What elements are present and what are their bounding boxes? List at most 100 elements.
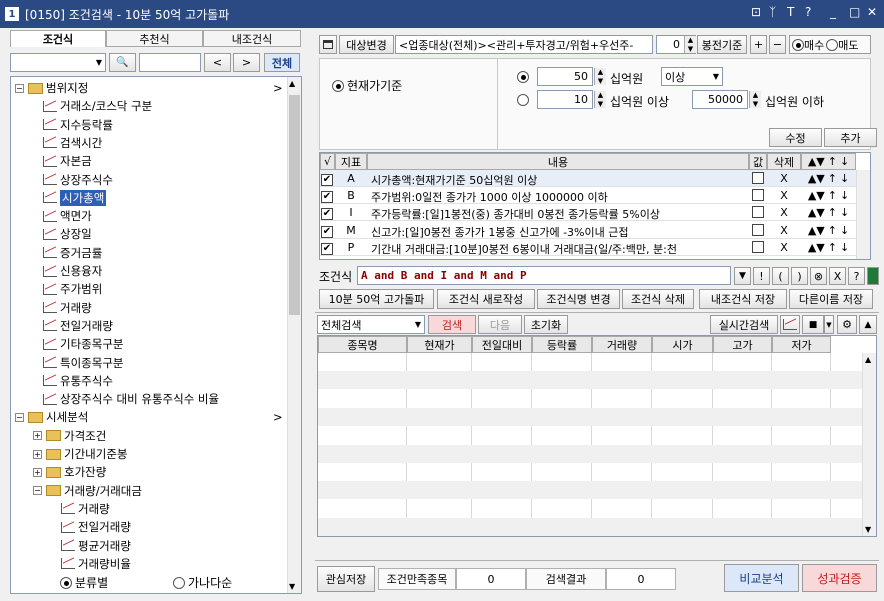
target-icon-button[interactable]	[319, 35, 337, 54]
result-column-header[interactable]: 거래량	[592, 336, 652, 353]
tree-item[interactable]: 유통주식수	[33, 372, 113, 390]
move-up-icon[interactable]: ▲	[808, 224, 816, 237]
result-row[interactable]	[318, 390, 862, 408]
move-top-icon[interactable]: ↑	[828, 241, 837, 254]
tree-item[interactable]: 상장일	[33, 225, 92, 243]
delete-condition-button[interactable]: 조건식 삭제	[622, 289, 694, 309]
tree-item[interactable]: 자본금	[33, 152, 92, 170]
move-down-icon[interactable]: ▼	[816, 241, 824, 254]
formula-field[interactable]: A and B and I and M and P	[357, 266, 731, 285]
expand-arrow-icon[interactable]: >	[273, 79, 283, 97]
tree-item[interactable]: 액면가	[33, 207, 92, 225]
bong-spinner[interactable]: ▲ ▼	[684, 36, 696, 53]
tree-item[interactable]: − 거래량/거래대금	[33, 482, 142, 500]
clear-button[interactable]: X	[829, 267, 846, 285]
tab-my-conditions[interactable]: 내조건식	[203, 30, 301, 47]
rename-condition-button[interactable]: 조건식명 변경	[537, 289, 620, 309]
paren-close-button[interactable]: )	[791, 267, 808, 285]
condition-row[interactable]: ✔ B 주가범위:0일전 종가가 1000 이상 1000000 이하 X ▲▼ ↑ ↓	[320, 187, 856, 205]
tree-item[interactable]: 지수등락률	[33, 116, 113, 134]
sell-radio[interactable]	[826, 38, 839, 51]
result-row[interactable]	[318, 481, 862, 500]
xor-button[interactable]: ⊗	[810, 267, 827, 285]
result-row[interactable]	[318, 463, 862, 481]
font-icon[interactable]: T	[787, 5, 794, 19]
radio-category[interactable]: 분류별	[60, 574, 108, 591]
minus-button[interactable]: −	[769, 35, 786, 54]
not-button[interactable]: !	[753, 267, 770, 285]
result-column-header[interactable]: 등락률	[532, 336, 592, 353]
tree-scrollbar[interactable]: ▲ ▼	[287, 77, 301, 593]
result-row[interactable]	[318, 407, 862, 426]
move-top-icon[interactable]: ↑	[828, 172, 837, 185]
settings-button[interactable]: ⚙	[837, 315, 857, 334]
radio-alphabetical[interactable]: 가나다순	[173, 574, 232, 591]
result-column-header[interactable]: 현재가	[407, 336, 472, 353]
minimize-icon[interactable]: _	[830, 5, 836, 19]
tree-item[interactable]: 거래소/코스닥 구분	[33, 97, 152, 115]
tree-item[interactable]: 평균거래량	[51, 537, 131, 555]
tab-recommended[interactable]: 추천식	[106, 30, 203, 47]
tree-item[interactable]: 특이종목구분	[33, 354, 123, 372]
next-page-button[interactable]: 다음	[478, 315, 522, 334]
move-top-icon[interactable]: ↑	[828, 189, 837, 202]
move-bottom-icon[interactable]: ↓	[840, 241, 849, 254]
target-text-field[interactable]: <업종대상(전체)><관리+투자경고/위험+우선주-	[395, 35, 653, 54]
result-row[interactable]	[318, 444, 862, 463]
results-scrollbar[interactable]: ▲ ▼	[862, 353, 876, 536]
result-row[interactable]	[318, 499, 862, 517]
move-up-icon[interactable]: ▲	[808, 241, 816, 254]
value-input-3[interactable]: 50000	[692, 90, 748, 109]
pin-icon[interactable]: ᛉ	[769, 5, 776, 19]
realtime-search-button[interactable]: 실시간검색	[710, 315, 778, 334]
tree-item[interactable]: 거래량	[33, 299, 92, 317]
row-order-controls[interactable]: ▲▼ ↑ ↓	[801, 224, 856, 237]
tree-item[interactable]: + 가격조건	[33, 427, 106, 445]
view-mode-dropdown[interactable]: ▼	[824, 315, 834, 334]
collapse-button[interactable]: ▲	[859, 315, 877, 334]
tree-item[interactable]: 검색시간	[33, 134, 102, 152]
tree-item[interactable]: 상장주식수 대비 유통주식수 비율	[33, 390, 219, 408]
tree-item[interactable]: 거래량	[51, 500, 110, 518]
value-input-1[interactable]: 50	[537, 67, 593, 86]
condition-checkbox[interactable]: ✔	[321, 189, 333, 204]
range-radio-1[interactable]	[517, 70, 529, 83]
expand-arrow-icon[interactable]: >	[273, 408, 283, 426]
value-checkbox[interactable]	[752, 172, 764, 187]
move-bottom-icon[interactable]: ↓	[840, 224, 849, 237]
condition-row[interactable]: ✔ M 신고가:[일]0봉전 종가가 1봉중 신고가에 -3%이내 근접 X ▲▼ ↑ ↓	[320, 222, 856, 239]
move-down-icon[interactable]: ▼	[816, 224, 824, 237]
value-checkbox[interactable]	[752, 206, 764, 221]
result-column-header[interactable]: 전일대비	[472, 336, 532, 353]
value-input-2[interactable]: 10	[537, 90, 593, 109]
condition-checkbox[interactable]: ✔	[321, 224, 333, 238]
delete-condition-button[interactable]: X	[767, 189, 801, 202]
value-spinner-3[interactable]: ▲ ▼	[749, 91, 761, 108]
chart-button[interactable]	[780, 315, 800, 334]
category-select[interactable]: ▼	[10, 53, 106, 72]
tree-item[interactable]: − 시세분석	[15, 408, 88, 426]
condition-checkbox[interactable]: ✔	[321, 241, 333, 255]
value-checkbox[interactable]	[752, 240, 764, 256]
help-icon[interactable]: ?	[805, 5, 811, 19]
conditions-scrollbar[interactable]	[856, 170, 870, 259]
tree-item[interactable]: 신용융자	[33, 262, 102, 280]
collapse-icon[interactable]: −	[15, 83, 24, 93]
row-order-controls[interactable]: ▲▼ ↑ ↓	[801, 189, 856, 202]
paren-open-button[interactable]: (	[772, 267, 789, 285]
tab-conditions[interactable]: 조건식	[10, 30, 106, 47]
delete-condition-button[interactable]: X	[767, 224, 801, 237]
collapse-icon[interactable]: −	[15, 412, 24, 422]
save-my-condition-button[interactable]: 내조건식 저장	[699, 289, 787, 309]
comparison-select[interactable]: 이상 ▼	[661, 67, 723, 86]
search-scope-select[interactable]: 전체검색 ▼	[317, 315, 425, 334]
result-column-header[interactable]: 저가	[772, 336, 831, 353]
buy-radio[interactable]	[792, 38, 804, 51]
view-mode-button[interactable]: ■	[802, 315, 824, 334]
reset-button[interactable]: 초기화	[524, 315, 568, 334]
help-button[interactable]: ?	[848, 267, 865, 285]
bong-basis-button[interactable]: 봉전기준	[697, 35, 747, 54]
search-button[interactable]: 🔍	[109, 53, 136, 72]
move-up-icon[interactable]: ▲	[808, 172, 816, 185]
search-input[interactable]	[139, 53, 201, 72]
